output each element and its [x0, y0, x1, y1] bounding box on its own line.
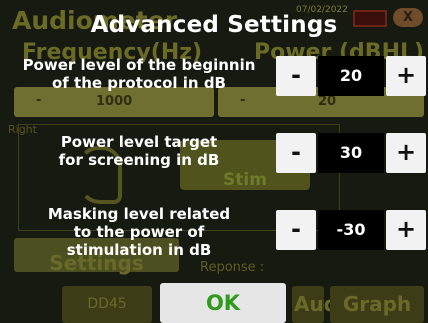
start-level-label: Power level of the beginnin of the proto…: [22, 56, 256, 92]
start-level-value: 20: [318, 56, 384, 96]
dialog-title: Advanced Settings: [90, 12, 338, 38]
masking-level-value: -30: [318, 210, 384, 250]
target-level-plus-button[interactable]: +: [386, 133, 426, 173]
target-level-value: 30: [318, 133, 384, 173]
start-level-plus-button[interactable]: +: [386, 56, 426, 96]
masking-level-plus-button[interactable]: +: [386, 210, 426, 250]
target-level-minus-button[interactable]: -: [276, 133, 316, 173]
masking-level-label: Masking level related to the power of st…: [47, 205, 231, 259]
ok-button[interactable]: OK: [160, 283, 286, 323]
advanced-settings-dialog: Advanced Settings Power level of the beg…: [0, 0, 428, 323]
start-level-minus-button[interactable]: -: [276, 56, 316, 96]
target-level-label: Power level target for screening in dB: [58, 133, 220, 169]
masking-level-minus-button[interactable]: -: [276, 210, 316, 250]
